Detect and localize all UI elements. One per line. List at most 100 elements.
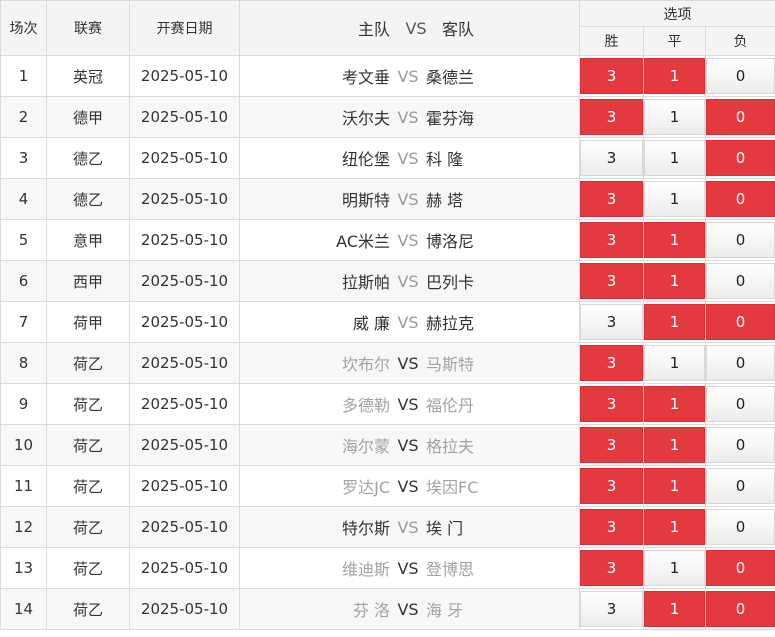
option-lose-button[interactable]: 0 — [706, 468, 775, 504]
option-draw-button[interactable]: 1 — [644, 509, 705, 545]
option-win-button[interactable]: 3 — [580, 509, 643, 545]
match-row: 4 德乙 2025-05-10 明斯特 VS 赫 塔 310 — [0, 178, 775, 220]
match-date: 2025-05-10 — [129, 547, 240, 589]
vs-label: VS — [397, 66, 419, 86]
option-win-button[interactable]: 3 — [580, 222, 643, 258]
home-team: 拉斯帕 — [341, 273, 390, 292]
match-row: 8 荷乙 2025-05-10 坎布尔 VS 马斯特 3 1 0 — [0, 342, 775, 384]
header-lose: 负 — [704, 26, 775, 56]
option-win-cell: 3 — [579, 506, 644, 548]
match-row: 7 荷甲 2025-05-10 威 廉 VS 赫拉克 3 1 0 — [0, 301, 775, 343]
option-lose-cell: 0 — [704, 465, 775, 507]
vs-label: VS — [397, 435, 419, 455]
option-lose-button[interactable]: 0 — [706, 304, 775, 340]
away-team: 海 牙 — [426, 601, 464, 620]
option-draw-cell: 1 — [643, 178, 706, 220]
option-lose-button[interactable]: 0 — [706, 99, 775, 135]
option-lose-cell: 0 — [704, 96, 775, 138]
option-win-button[interactable]: 3 — [580, 140, 643, 176]
option-win-cell: 3 — [579, 178, 644, 220]
vs-label: VS — [397, 476, 419, 496]
match-league: 荷乙 — [46, 383, 130, 425]
option-lose-button[interactable]: 0 — [706, 427, 775, 463]
match-teams: 坎布尔 VS 马斯特 — [239, 342, 580, 384]
option-draw-button[interactable]: 1 — [644, 263, 705, 299]
option-lose-button[interactable]: 0 — [706, 550, 775, 586]
option-win-button[interactable]: 3 — [580, 304, 643, 340]
option-lose-button[interactable]: 0 — [706, 591, 775, 627]
header-vs: VS — [405, 18, 427, 38]
option-draw-button[interactable]: 1 — [644, 140, 705, 176]
match-teams: 特尔斯 VS 埃 门 — [239, 506, 580, 548]
option-lose-cell: 0 — [704, 424, 775, 466]
option-win-button[interactable]: 3 — [580, 550, 643, 586]
home-team: 海尔蒙 — [341, 437, 390, 456]
option-draw-button[interactable]: 1 — [644, 181, 705, 217]
header-home: 主队 — [357, 20, 390, 39]
option-lose-cell: 0 — [704, 137, 775, 179]
option-win-button[interactable]: 3 — [580, 468, 643, 504]
option-lose-button[interactable]: 0 — [706, 181, 775, 217]
vs-label: VS — [397, 189, 419, 209]
option-win-button[interactable]: 3 — [580, 181, 643, 217]
option-draw-button[interactable]: 1 — [644, 99, 705, 135]
vs-label: VS — [397, 599, 419, 619]
option-draw-button[interactable]: 1 — [644, 468, 705, 504]
match-league: 荷乙 — [46, 424, 130, 466]
option-win-button[interactable]: 3 — [580, 427, 643, 463]
option-win-button[interactable]: 3 — [580, 58, 643, 94]
option-draw-button[interactable]: 1 — [644, 222, 705, 258]
match-list: 1 英冠 2025-05-10 考文垂 VS 桑德兰 3 1 0 2 德甲 2025-05-10 沃尔夫… — [0, 55, 775, 630]
home-team: 明斯特 — [341, 191, 390, 210]
option-lose-button[interactable]: 0 — [706, 140, 775, 176]
option-draw-cell: 1 — [643, 137, 706, 179]
match-league: 荷乙 — [46, 342, 130, 384]
option-lose-button[interactable]: 0 — [706, 509, 775, 545]
match-date: 2025-05-10 — [129, 55, 240, 97]
option-win-button[interactable]: 3 — [580, 386, 643, 422]
option-win-button[interactable]: 3 — [580, 99, 643, 135]
match-row: 6 西甲 2025-05-10 拉斯帕 VS 巴列卡 3 1 0 — [0, 260, 775, 302]
match-date: 2025-05-10 — [129, 301, 240, 343]
match-date: 2025-05-10 — [129, 383, 240, 425]
option-win-cell: 3 — [579, 55, 644, 97]
match-row: 12 荷乙 2025-05-10 特尔斯 VS 埃 门 310 — [0, 506, 775, 548]
option-draw-cell: 1 — [643, 301, 706, 343]
header-teams: 主队 VS 客队 — [239, 0, 580, 56]
vs-label: VS — [397, 353, 419, 373]
option-lose-button[interactable]: 0 — [706, 222, 775, 258]
option-draw-button[interactable]: 1 — [644, 386, 705, 422]
match-teams: 罗达JC VS 埃因FC — [239, 465, 580, 507]
match-date: 2025-05-10 — [129, 96, 240, 138]
match-index: 2 — [0, 96, 47, 138]
option-lose-button[interactable]: 0 — [706, 58, 775, 94]
option-draw-button[interactable]: 1 — [644, 550, 705, 586]
option-lose-button[interactable]: 0 — [706, 345, 775, 381]
match-league: 西甲 — [46, 260, 130, 302]
match-date: 2025-05-10 — [129, 588, 240, 630]
match-index: 11 — [0, 465, 47, 507]
option-draw-button[interactable]: 1 — [644, 58, 705, 94]
option-draw-button[interactable]: 1 — [644, 345, 705, 381]
option-win-button[interactable]: 3 — [580, 263, 643, 299]
match-date: 2025-05-10 — [129, 260, 240, 302]
option-draw-button[interactable]: 1 — [644, 304, 705, 340]
option-win-button[interactable]: 3 — [580, 345, 643, 381]
match-teams: 拉斯帕 VS 巴列卡 — [239, 260, 580, 302]
option-win-cell: 3 — [579, 301, 644, 343]
option-win-button[interactable]: 3 — [580, 591, 643, 627]
option-draw-button[interactable]: 1 — [644, 591, 705, 627]
option-lose-cell: 0 — [704, 260, 775, 302]
option-draw-cell: 1 — [643, 465, 706, 507]
option-win-cell: 3 — [579, 547, 644, 589]
option-lose-button[interactable]: 0 — [706, 386, 775, 422]
home-team: AC米兰 — [336, 232, 390, 251]
match-row: 9 荷乙 2025-05-10 多德勒 VS 福伦丹 3 1 0 — [0, 383, 775, 425]
option-draw-button[interactable]: 1 — [644, 427, 705, 463]
match-date: 2025-05-10 — [129, 506, 240, 548]
header-options: 选项 — [578, 0, 775, 27]
option-lose-cell: 0 — [704, 506, 775, 548]
option-lose-button[interactable]: 0 — [706, 263, 775, 299]
match-teams: 海尔蒙 VS 格拉夫 — [239, 424, 580, 466]
match-teams: 多德勒 VS 福伦丹 — [239, 383, 580, 425]
